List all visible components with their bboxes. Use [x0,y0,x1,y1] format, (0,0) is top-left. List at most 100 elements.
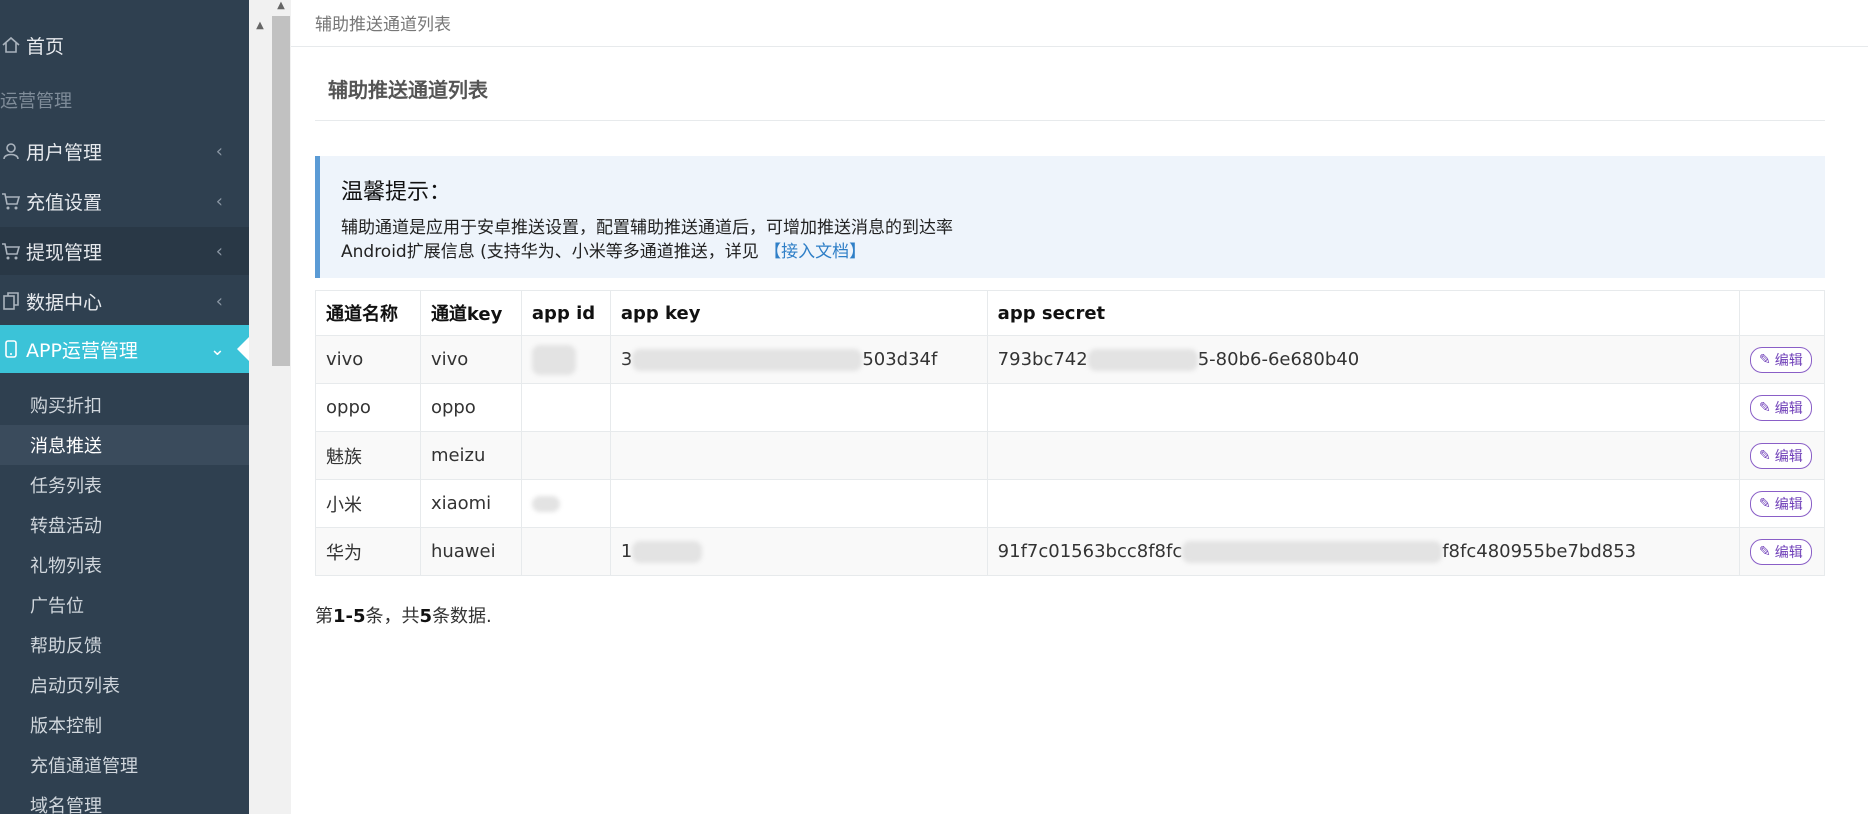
sidebar-item-label: 用户管理 [26,141,103,164]
sidebar-subitem[interactable]: 购买折扣 [0,385,249,425]
scrollbar-thumb[interactable] [272,16,290,366]
channel-table: 通道名称 通道key app id app key app secret viv… [315,290,1826,576]
chevron-left-icon: ‹ [215,290,223,312]
cell-app-secret: 91f7c01563bcc8f8fc f8fc480955be7bd853 [986,527,1740,576]
edit-button[interactable]: ✎ 编辑 [1749,442,1812,469]
cell-app-key [609,383,988,432]
sidebar-subitem[interactable]: 充值通道管理 [0,745,249,785]
summary-text: 条，共 [365,606,420,627]
redacted-value [531,344,576,375]
cell-actions: ✎ 编辑 [1738,335,1826,384]
sidebar-item-app-operations[interactable]: APP运营管理 ⌄ [0,325,249,373]
cell-channel-key: huawei [419,527,522,576]
redacted-value [531,496,560,512]
sidebar-subitem[interactable]: 帮助反馈 [0,625,249,665]
app-secret-head: 91f7c01563bcc8f8fc [997,540,1183,562]
scroll-up-arrow-icon[interactable]: ▲ [254,20,266,32]
edit-button[interactable]: ✎ 编辑 [1749,490,1812,517]
edit-button[interactable]: ✎ 编辑 [1749,346,1812,373]
app-secret-tail: f8fc480955be7bd853 [1442,540,1637,562]
sidebar-item-label: 提现管理 [26,241,103,264]
sidebar-subitem-active[interactable]: 消息推送 [0,425,249,465]
sidebar-subitem[interactable]: 转盘活动 [0,505,249,545]
cell-channel-name: 魅族 [315,431,421,480]
sidebar-item-recharge-settings[interactable]: 充值设置 ‹ [0,177,249,225]
sidebar-section-title: 运营管理 [0,91,72,112]
app-secret-head: 793bc742 [997,348,1088,370]
sidebar-item-label: 充值设置 [26,191,103,214]
sidebar-subitem[interactable]: 启动页列表 [0,665,249,705]
column-header: app key [609,290,988,336]
column-header: app id [520,290,611,336]
cell-actions: ✎ 编辑 [1738,431,1826,480]
edit-button[interactable]: ✎ 编辑 [1749,538,1812,565]
divider [291,46,1868,47]
edit-label: 编辑 [1774,448,1803,465]
cell-app-key [609,479,988,528]
cart-icon [0,241,26,261]
cell-app-secret [986,431,1740,480]
edit-icon: ✎ [1758,447,1771,464]
cell-channel-name: 华为 [315,527,421,576]
sidebar-subitem[interactable]: 域名管理 [0,785,249,814]
pagination-summary: 第1-5条，共5条数据. [315,602,492,628]
sidebar-subitem[interactable]: 版本控制 [0,705,249,745]
cell-channel-name: oppo [315,383,421,432]
cell-app-id [520,479,611,528]
edit-icon: ✎ [1758,543,1771,560]
sidebar-subitem[interactable]: 广告位 [0,585,249,625]
edit-icon: ✎ [1758,351,1771,368]
redacted-value [1087,348,1198,371]
cell-channel-key: vivo [419,335,522,384]
cell-app-key: 1 [609,527,988,576]
sidebar-item-user-management[interactable]: 用户管理 ‹ [0,127,249,175]
redacted-value [1182,540,1443,563]
sidebar-item-data-center[interactable]: 数据中心 ‹ [0,277,249,325]
tip-box: 温馨提示： 辅助通道是应用于安卓推送设置，配置辅助推送通道后，可增加推送消息的到… [315,156,1825,278]
summary-text: 第 [315,606,333,627]
chevron-left-icon: ‹ [215,240,223,262]
table-row: oppo oppo ✎ 编辑 [315,383,1826,432]
sidebar-subitem[interactable]: 礼物列表 [0,545,249,585]
cell-channel-key: xiaomi [419,479,522,528]
sidebar-item-label: 数据中心 [26,291,103,314]
summary-range: 1-5 [333,606,366,627]
column-header: 通道key [419,290,522,336]
edit-button[interactable]: ✎ 编辑 [1749,394,1812,421]
scroll-up-arrow-icon[interactable]: ▲ [274,0,288,14]
edit-label: 编辑 [1774,400,1803,417]
docs-link[interactable]: 【接入文档】 [764,242,866,262]
sidebar-subitem[interactable]: 任务列表 [0,465,249,505]
cell-channel-name: vivo [315,335,421,384]
cell-actions: ✎ 编辑 [1738,527,1826,576]
chevron-left-icon: ‹ [215,190,223,212]
app-key-head: 3 [620,348,633,370]
sidebar-item-home[interactable]: 首页 [0,21,249,69]
column-header: app secret [986,290,1740,336]
redacted-value [632,348,863,371]
column-header [1738,290,1826,336]
table-header-row: 通道名称 通道key app id app key app secret [315,290,1826,336]
cell-app-id [520,431,611,480]
cell-app-key [609,431,988,480]
table-row: 魅族 meizu ✎ 编辑 [315,431,1826,480]
tip-line-2: Android扩展信息 (支持华为、小米等多通道推送，详见 【接入文档】 [341,240,1825,264]
sidebar-item-withdraw-management[interactable]: 提现管理 ‹ [0,227,249,275]
cell-actions: ✎ 编辑 [1738,479,1826,528]
cart-icon [0,191,26,211]
divider [315,120,1825,121]
tip-title: 温馨提示： [341,180,452,205]
edit-icon: ✎ [1758,495,1771,512]
cell-app-id [520,335,611,384]
app-secret-tail: 5-80b6-6e680b40 [1197,348,1360,370]
app-key-tail: 503d34f [862,348,938,370]
sidebar-item-label: 首页 [26,35,65,58]
sidebar-item-label: APP运营管理 [26,339,138,362]
chevron-left-icon: ‹ [215,140,223,162]
chevron-down-icon: ⌄ [209,338,225,360]
table-row: 小米 xiaomi ✎ 编辑 [315,479,1826,528]
sidebar: 首页 运营管理 用户管理 ‹ 充值设置 ‹ 提现管理 ‹ 数据中心 ‹ APP运… [0,0,249,814]
cell-channel-key: oppo [419,383,522,432]
table-row: vivo vivo 3 503d34f 793bc742 5-80b6-6e680b… [315,335,1826,384]
app-key-head: 1 [620,540,633,562]
